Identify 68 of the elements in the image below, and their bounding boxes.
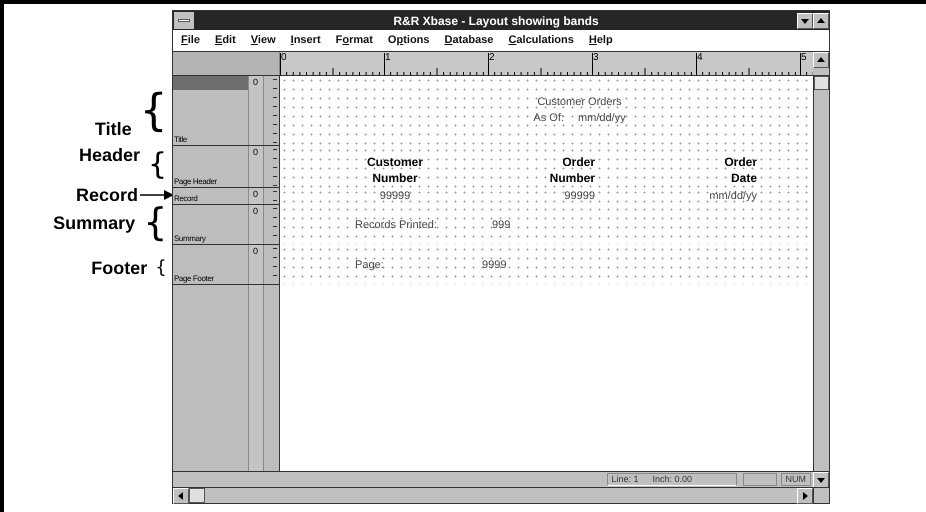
- menu-item[interactable]: Options: [388, 35, 430, 46]
- band-label[interactable]: Summary: [173, 235, 248, 244]
- report-title: Customer Orders: [537, 95, 622, 110]
- scroll-down-button[interactable]: [813, 472, 829, 488]
- record-field: mm/dd/yy: [595, 188, 757, 205]
- brace-mark: {: [140, 84, 166, 138]
- ruler-number: 4: [697, 53, 703, 63]
- band-offset: 0: [252, 146, 259, 159]
- band-offset: 0: [252, 188, 259, 201]
- band-label[interactable]: Title: [173, 136, 248, 145]
- brace-mark: {: [143, 199, 166, 246]
- system-menu-button[interactable]: [174, 12, 194, 29]
- up-arrow-icon: [816, 16, 826, 26]
- band-label[interactable]: Record: [173, 195, 248, 204]
- left-arrow-icon: [176, 491, 186, 501]
- line-indicator: Line: 1: [612, 472, 639, 486]
- window-title: R&R Xbase - Layout showing bands: [392, 12, 600, 30]
- field-label: Records Printed:: [355, 218, 438, 233]
- band-offset: 0: [252, 76, 259, 89]
- column-heading: Customer Number: [366, 154, 424, 186]
- menu-item[interactable]: Format: [336, 35, 373, 46]
- status-panel: [742, 473, 776, 486]
- up-arrow-icon: [816, 55, 826, 65]
- arrow-icon: [140, 190, 174, 200]
- menu-item[interactable]: Edit: [214, 35, 236, 46]
- band-label[interactable]: Page Header: [173, 178, 248, 187]
- scroll-thumb[interactable]: [189, 488, 205, 503]
- band-offset: 0: [252, 205, 259, 218]
- num-lock-indicator: NUM: [780, 473, 811, 486]
- menu-item[interactable]: Insert: [290, 35, 321, 46]
- record-field: 99999: [445, 188, 595, 205]
- menu-item[interactable]: Database: [444, 35, 494, 46]
- right-arrow-icon: [800, 491, 810, 501]
- band-annotation: Title: [94, 120, 132, 138]
- band-annotation: Summary: [53, 214, 136, 232]
- brace-mark: {: [148, 146, 166, 184]
- scroll-thumb[interactable]: [814, 76, 829, 90]
- ruler-number: 5: [801, 53, 807, 63]
- record-field: 99999: [345, 188, 445, 205]
- scroll-left-button[interactable]: [173, 488, 189, 504]
- minimize-button[interactable]: [797, 12, 813, 28]
- field-label: Page:: [355, 258, 385, 273]
- menu-item[interactable]: Help: [588, 35, 613, 46]
- ruler-number: 1: [385, 53, 391, 63]
- scroll-right-button[interactable]: [797, 488, 813, 504]
- band-label[interactable]: Page Footer: [173, 275, 248, 284]
- maximize-button[interactable]: [813, 12, 829, 28]
- count-field: 999: [492, 216, 510, 234]
- menu-item[interactable]: File: [181, 35, 200, 46]
- inch-indicator: Inch: 0.00: [652, 472, 692, 486]
- band-offset: 0: [252, 245, 259, 258]
- menu-item[interactable]: Calculations: [508, 35, 574, 46]
- band-annotation: Header: [78, 146, 140, 164]
- dash-icon: [178, 19, 190, 22]
- column-heading: Order Number: [548, 154, 595, 186]
- vertical-scrollbar[interactable]: [813, 76, 829, 471]
- band-annotation: Record: [76, 186, 138, 204]
- scroll-up-button[interactable]: [813, 52, 829, 68]
- ruler-number: 0: [281, 53, 287, 63]
- menu-item[interactable]: View: [250, 35, 276, 46]
- band-annotation: Footer: [91, 259, 148, 277]
- page-number-field: 9999: [482, 256, 506, 274]
- date-field: mm/dd/yy: [578, 110, 626, 126]
- brace-mark: {: [155, 256, 166, 280]
- ruler-number: 2: [489, 53, 495, 63]
- column-heading: Order Date: [723, 154, 757, 186]
- ruler-number: 3: [593, 53, 599, 63]
- field-label: As Of:: [533, 111, 564, 126]
